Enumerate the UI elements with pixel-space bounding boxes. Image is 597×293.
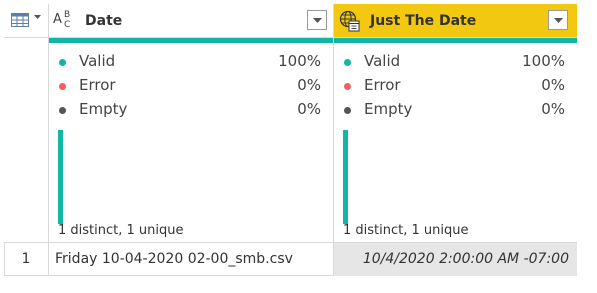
error-dot-icon [59,83,66,90]
quality-value: 0% [297,76,321,94]
column-header-label: Just The Date [370,13,477,29]
column-filter-button[interactable] [548,10,568,30]
valid-dot-icon [344,59,351,66]
quality-bar [49,38,333,43]
quality-row-valid: Valid 100% [344,52,565,72]
quality-row-error: Error 0% [59,76,321,96]
error-dot-icon [344,83,351,90]
quality-row-error: Error 0% [344,76,565,96]
quality-value: 0% [541,100,565,118]
column-header-just-the-date[interactable]: Just The Date [334,4,577,38]
column-filter-button[interactable] [307,10,327,30]
row-number: 1 [4,243,49,276]
text-type-icon: ABC [53,10,71,30]
table-cell-selected[interactable]: 10/4/2020 2:00:00 AM -07:00 [334,243,577,276]
quality-row-empty: Empty 0% [59,100,321,120]
column-profile-just-the-date: Valid 100% Error 0% Empty 0% 1 distinct,… [334,38,577,243]
empty-dot-icon [344,107,351,114]
quality-bar [334,38,577,43]
distribution-summary: 1 distinct, 1 unique [343,223,469,238]
globe-datetimezone-icon [339,10,360,32]
quality-row-valid: Valid 100% [59,52,321,72]
vertical-scrollbar[interactable] [577,4,597,276]
quality-label: Error [364,76,401,94]
quality-value: 0% [297,100,321,118]
valid-dot-icon [59,59,66,66]
distribution-bar[interactable] [58,130,63,224]
quality-value: 100% [278,52,321,70]
quality-value: 0% [541,76,565,94]
table-menu-button[interactable] [4,4,49,38]
column-header-date[interactable]: ABC Date [49,4,334,38]
quality-label: Valid [364,52,401,70]
empty-dot-icon [59,107,66,114]
table-icon [11,13,29,27]
column-profile-date: Valid 100% Error 0% Empty 0% 1 distinct,… [49,38,334,243]
quality-label: Empty [79,100,128,118]
table-cell[interactable]: Friday 10-04-2020 02-00_smb.csv [49,243,334,276]
quality-label: Valid [79,52,116,70]
chevron-down-icon [554,18,563,23]
distribution-bar[interactable] [343,130,348,224]
quality-value: 100% [522,52,565,70]
quality-label: Empty [364,100,413,118]
chevron-down-icon [34,15,41,19]
quality-row-empty: Empty 0% [344,100,565,120]
profile-gutter [4,38,49,243]
distribution-summary: 1 distinct, 1 unique [58,223,184,238]
chevron-down-icon [313,18,322,23]
quality-label: Error [79,76,116,94]
column-header-label: Date [85,13,123,29]
